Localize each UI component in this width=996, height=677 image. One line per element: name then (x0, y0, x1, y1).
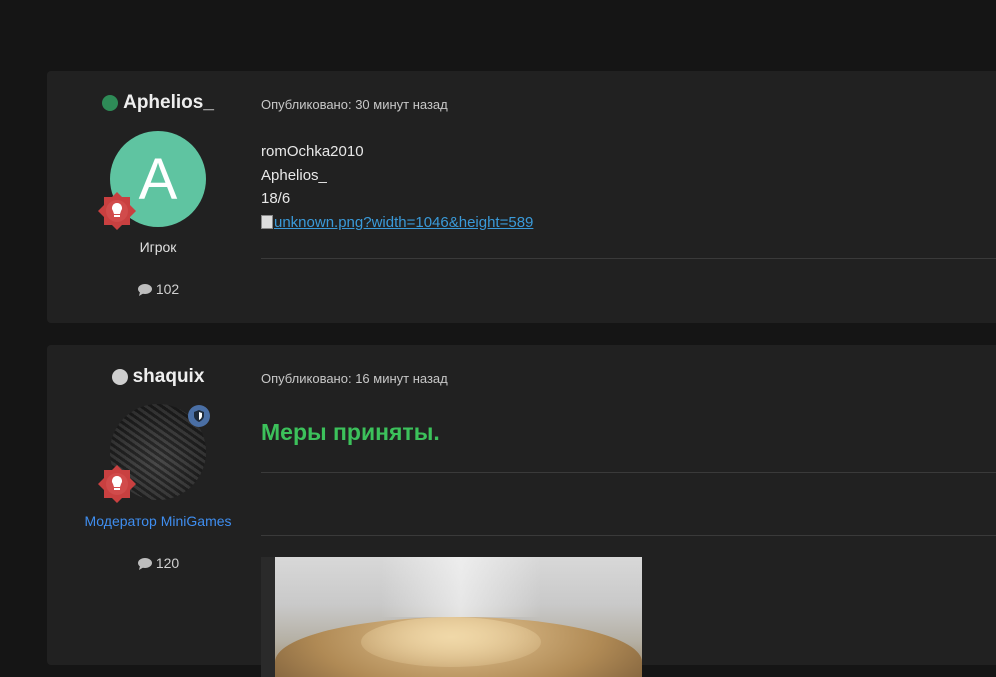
achievement-badge-icon[interactable] (97, 191, 137, 231)
offline-status-icon (111, 369, 128, 385)
achievement-badge-icon[interactable] (97, 464, 137, 504)
author-username[interactable]: shaquix (47, 366, 269, 388)
image-alt-text: unknown.png?width=1046&height=589 (274, 213, 534, 231)
post-count: 102 (47, 281, 269, 297)
post-card: shaquix Модератор MiniGames 120 Опублико… (47, 345, 996, 677)
body-line: romOchka2010 (261, 143, 364, 160)
username-link[interactable]: Aphelios_ (123, 92, 214, 114)
post-timestamp[interactable]: Опубликовано: 30 минут назад (261, 97, 448, 112)
post-count-value: 102 (155, 281, 180, 297)
post-card: Aphelios_ A Игрок 102 Опубликовано: 30 м… (47, 71, 996, 323)
body-line: 18/6 (261, 190, 291, 207)
signature-image (261, 557, 642, 677)
broken-image-link[interactable]: unknown.png?width=1046&height=589 (261, 211, 533, 235)
post-count: 120 (47, 555, 269, 571)
post-timestamp[interactable]: Опубликовано: 16 минут назад (261, 371, 448, 386)
post-body: romOchka2010 Aphelios_ 18/6 unknown.png?… (261, 140, 533, 237)
post-divider (261, 472, 996, 473)
author-username[interactable]: Aphelios_ (47, 92, 269, 114)
broken-image-icon (261, 215, 273, 230)
moderator-shield-icon (188, 405, 210, 427)
signature-divider (261, 535, 996, 536)
online-status-icon (102, 95, 119, 111)
post-divider (261, 258, 996, 259)
post-count-value: 120 (155, 555, 180, 571)
user-role: Игрок (139, 239, 177, 255)
username-link[interactable]: shaquix (133, 366, 205, 388)
body-line: Aphelios_ (261, 166, 327, 184)
avatar-letter: A (138, 146, 178, 212)
comment-icon (137, 283, 152, 296)
user-role: Модератор MiniGames (84, 513, 232, 529)
comment-icon (137, 557, 152, 570)
post-message: Меры приняты. (261, 419, 440, 445)
